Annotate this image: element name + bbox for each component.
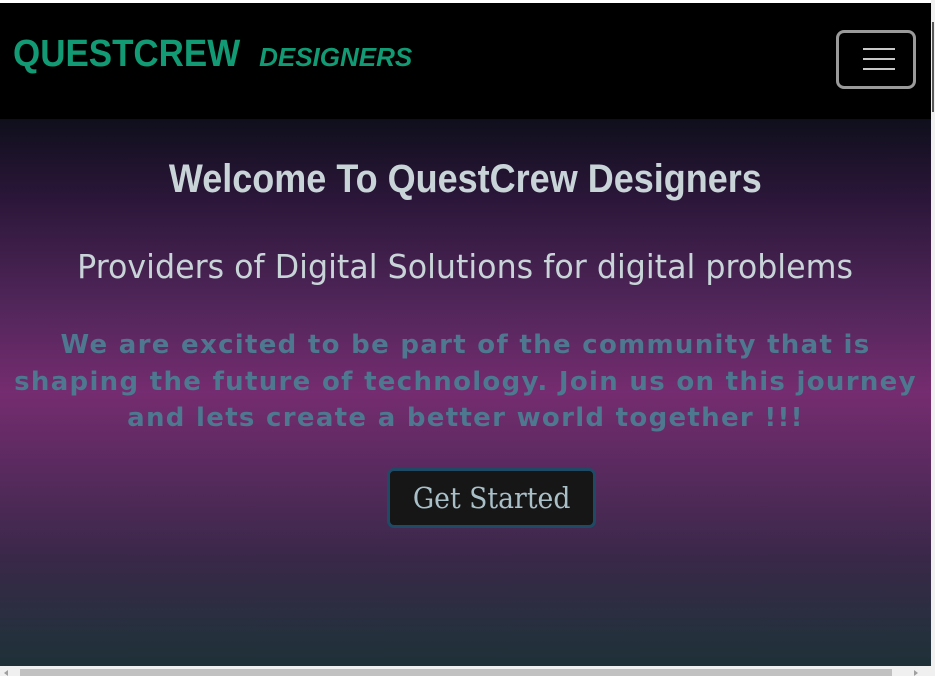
navbar: QUESTCREW DESIGNERS — [0, 3, 931, 119]
horizontal-scrollbar[interactable] — [0, 666, 935, 676]
vertical-scrollbar-thumb[interactable] — [932, 22, 934, 112]
hero-section: Welcome To QuestCrew Designers Providers… — [0, 119, 931, 666]
scroll-left-arrow-icon[interactable] — [4, 670, 8, 676]
navbar-toggler-button[interactable] — [836, 30, 916, 89]
brand-name: QUESTCREW — [13, 33, 241, 75]
horizontal-scrollbar-thumb[interactable] — [20, 669, 892, 676]
page-viewport: QUESTCREW DESIGNERS Welcome To QuestCrew… — [0, 3, 931, 666]
hero-description: We are excited to be part of the communi… — [14, 330, 917, 433]
hero-subtitle: Providers of Digital Solutions for digit… — [77, 247, 854, 286]
brand-tagline: DESIGNERS — [259, 42, 413, 72]
scroll-right-arrow-icon[interactable] — [914, 670, 918, 676]
hero-title: Welcome To QuestCrew Designers — [169, 157, 762, 201]
get-started-button[interactable]: Get Started — [387, 468, 596, 528]
brand-logo-link[interactable]: QUESTCREW DESIGNERS — [13, 33, 412, 76]
vertical-scrollbar[interactable] — [931, 0, 935, 666]
